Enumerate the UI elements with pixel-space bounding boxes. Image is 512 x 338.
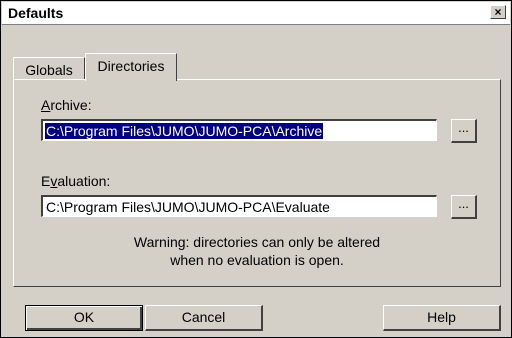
warning-line-1: Warning: directories can only be altered (133, 234, 381, 250)
close-icon: × (494, 5, 502, 19)
cancel-button[interactable]: Cancel (145, 305, 263, 331)
title-bar[interactable]: Defaults × (2, 2, 510, 25)
dialog-title: Defaults (8, 5, 64, 21)
tab-globals-label: Globals (25, 62, 73, 78)
evaluation-browse-button[interactable]: ... (451, 195, 477, 219)
evaluation-label-text: aluation: (57, 173, 111, 189)
close-button[interactable]: × (490, 5, 506, 19)
tab-globals[interactable]: Globals (13, 57, 85, 79)
ok-button[interactable]: OK (25, 305, 143, 331)
evaluation-path-field[interactable]: C:\Program Files\JUMO\JUMO-PCA\Evaluate (41, 195, 437, 217)
evaluation-label-prefix: E (41, 173, 51, 189)
archive-label-text: rchive: (50, 97, 92, 113)
defaults-dialog: Defaults × Globals Directories Archive: … (0, 0, 512, 338)
evaluation-browse-label: ... (458, 196, 469, 211)
tab-directories-label: Directories (97, 58, 165, 74)
evaluation-path-value: C:\Program Files\JUMO\JUMO-PCA\Evaluate (46, 199, 330, 215)
archive-browse-button[interactable]: ... (451, 119, 477, 143)
tab-directories[interactable]: Directories (85, 53, 177, 81)
archive-browse-label: ... (458, 120, 469, 135)
archive-path-field[interactable]: C:\Program Files\JUMO\JUMO-PCA\Archive (41, 119, 437, 141)
help-button[interactable]: Help (383, 305, 501, 331)
archive-path-value: C:\Program Files\JUMO\JUMO-PCA\Archive (45, 123, 324, 139)
evaluation-label: Evaluation: (41, 173, 110, 189)
archive-label: Archive: (41, 97, 92, 113)
archive-mnemonic: A (41, 97, 51, 113)
warning-line-2: when no evaluation is open. (170, 252, 344, 268)
